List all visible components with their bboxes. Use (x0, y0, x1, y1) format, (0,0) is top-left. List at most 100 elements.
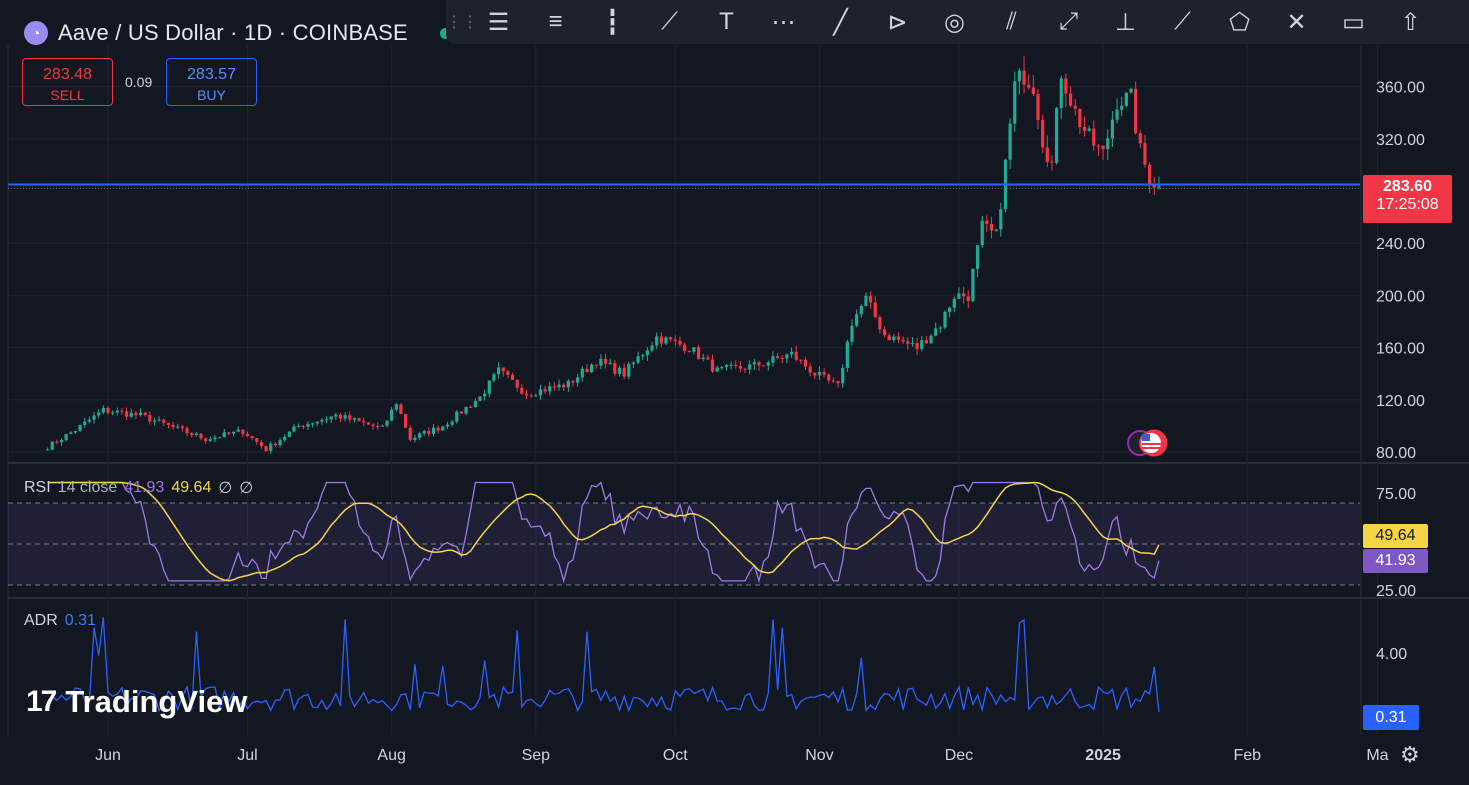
candle-body (78, 424, 82, 431)
candle-body (524, 393, 529, 396)
candle-body (1092, 128, 1096, 146)
chart-settings-gear-icon[interactable]: ⚙ (1400, 742, 1420, 768)
candle-body (417, 433, 422, 438)
candle-body (1138, 133, 1142, 144)
candle-body (510, 374, 515, 380)
sell-button[interactable]: 283.48 SELL (22, 58, 113, 106)
candle-body (641, 355, 645, 357)
drawing-toolbar: ⋮⋮ ☰ ≡ ┇ ⟋ T ⋯ ╱ ⊳ ◎ ⫽ ⤢ ⊥ ⟋ ⬠ ✕ ▭ ⇧ (446, 0, 1469, 44)
candle-body (148, 415, 152, 422)
xabcd-icon[interactable]: ✕ (1268, 8, 1325, 37)
candle-body (1115, 109, 1119, 120)
candle-body (678, 340, 682, 345)
candle-body (1078, 108, 1082, 127)
candle-body (631, 362, 636, 365)
ray-icon[interactable]: ⤢ (1040, 8, 1097, 36)
candle-body (101, 407, 105, 413)
candle-body (120, 410, 124, 412)
candle-body (315, 421, 319, 424)
candle-body (980, 220, 984, 246)
adr-tick-label: 4.00 (1376, 646, 1407, 663)
pattern-icon[interactable]: ⋯ (755, 8, 812, 37)
candle-body (278, 440, 282, 446)
candle-body (445, 424, 450, 427)
candle-body (706, 357, 710, 360)
grip-icon[interactable]: ⋮⋮ (446, 12, 478, 32)
parallel-channel-icon[interactable]: ⫽ (983, 8, 1040, 36)
candle-body (143, 412, 147, 416)
candle-body (380, 425, 384, 427)
candle-body (245, 433, 250, 437)
arrow-up-icon[interactable]: ⇧ (1382, 8, 1439, 37)
candle-body (431, 427, 436, 434)
candle-body (111, 412, 115, 414)
chart-canvas[interactable]: 360.00 320.00 240.00 200.00 160.00 120.00 80.0… (0, 0, 1469, 785)
candle-body (999, 209, 1003, 230)
candle-body (934, 328, 938, 336)
fib-icon[interactable]: ⊳ (869, 8, 926, 37)
candle-body (887, 335, 891, 341)
candle-body (985, 220, 989, 224)
candle-body (762, 365, 766, 367)
candle-body (190, 433, 194, 436)
candle-body (45, 449, 50, 451)
candle-body (962, 293, 966, 297)
candle-body (617, 367, 622, 374)
candle-body (808, 366, 812, 373)
rsi-extra-1: ∅ (218, 480, 233, 497)
buy-button[interactable]: 283.57 BUY (166, 58, 257, 106)
candle-body (87, 419, 91, 422)
symbol-header[interactable]: ◔ Aave / US Dollar · 1D · COINBASE (24, 20, 451, 46)
time-tick-label: Nov (805, 747, 833, 764)
path-icon[interactable]: ⟋ (1154, 8, 1211, 36)
rsi-ma-value: 49.64 (171, 479, 212, 496)
candle-body (450, 421, 454, 425)
tradingview-wordmark: TradingView (65, 684, 248, 719)
rsi-value-badge: 41.93 (1363, 549, 1428, 573)
price-tick-label: 360.00 (1376, 80, 1425, 97)
candle-body (1101, 145, 1105, 149)
candle-body (185, 428, 189, 434)
candle-body (803, 359, 808, 367)
text-icon[interactable]: T (698, 8, 755, 36)
candle-body (1036, 93, 1040, 121)
candle-body (771, 356, 775, 363)
candle-body (1008, 123, 1012, 160)
polygon-icon[interactable]: ⬠ (1211, 8, 1268, 37)
candle-body (1059, 78, 1063, 109)
candle-body (1096, 145, 1101, 147)
candle-body (822, 371, 826, 375)
candle-body (757, 362, 761, 366)
candle-body (157, 419, 161, 421)
line-icon[interactable]: ╱ (812, 8, 869, 37)
candle-body (622, 367, 626, 377)
brush-icon[interactable]: ⟋ (641, 8, 698, 36)
candle-body (241, 429, 245, 434)
horizontal-lines-icon[interactable]: ≡ (527, 8, 584, 36)
candle-body (408, 427, 412, 440)
circle-icon[interactable]: ◎ (926, 8, 983, 37)
candle-body (738, 365, 742, 369)
candle-body (259, 442, 264, 447)
rsi-tick-label: 75.00 (1376, 486, 1416, 503)
trend-line-tools-icon[interactable]: ☰ (470, 8, 527, 37)
economic-events-flag-icon[interactable] (1124, 427, 1176, 459)
symbol-title[interactable]: Aave / US Dollar · 1D · COINBASE (58, 20, 408, 46)
candle-body (664, 337, 668, 344)
candle-body (659, 336, 663, 344)
candles-icon[interactable]: ┇ (584, 8, 641, 37)
candle-body (501, 367, 505, 372)
adr-legend[interactable]: ADR 0.31 (24, 612, 96, 630)
rsi-legend[interactable]: RSI 14 close 41.93 49.64 ∅ ∅ (24, 478, 253, 498)
tradingview-logo-icon: 17 (26, 685, 57, 718)
candle-body (311, 423, 315, 425)
candle-body (548, 386, 552, 392)
anchored-text-icon[interactable]: ⊥ (1097, 8, 1154, 37)
candle-body (366, 422, 370, 425)
candle-body (320, 419, 324, 422)
candle-body (943, 311, 947, 328)
candle-body (1017, 70, 1021, 82)
candle-body (469, 406, 473, 408)
candle-body (422, 431, 426, 434)
callout-icon[interactable]: ▭ (1325, 8, 1382, 37)
